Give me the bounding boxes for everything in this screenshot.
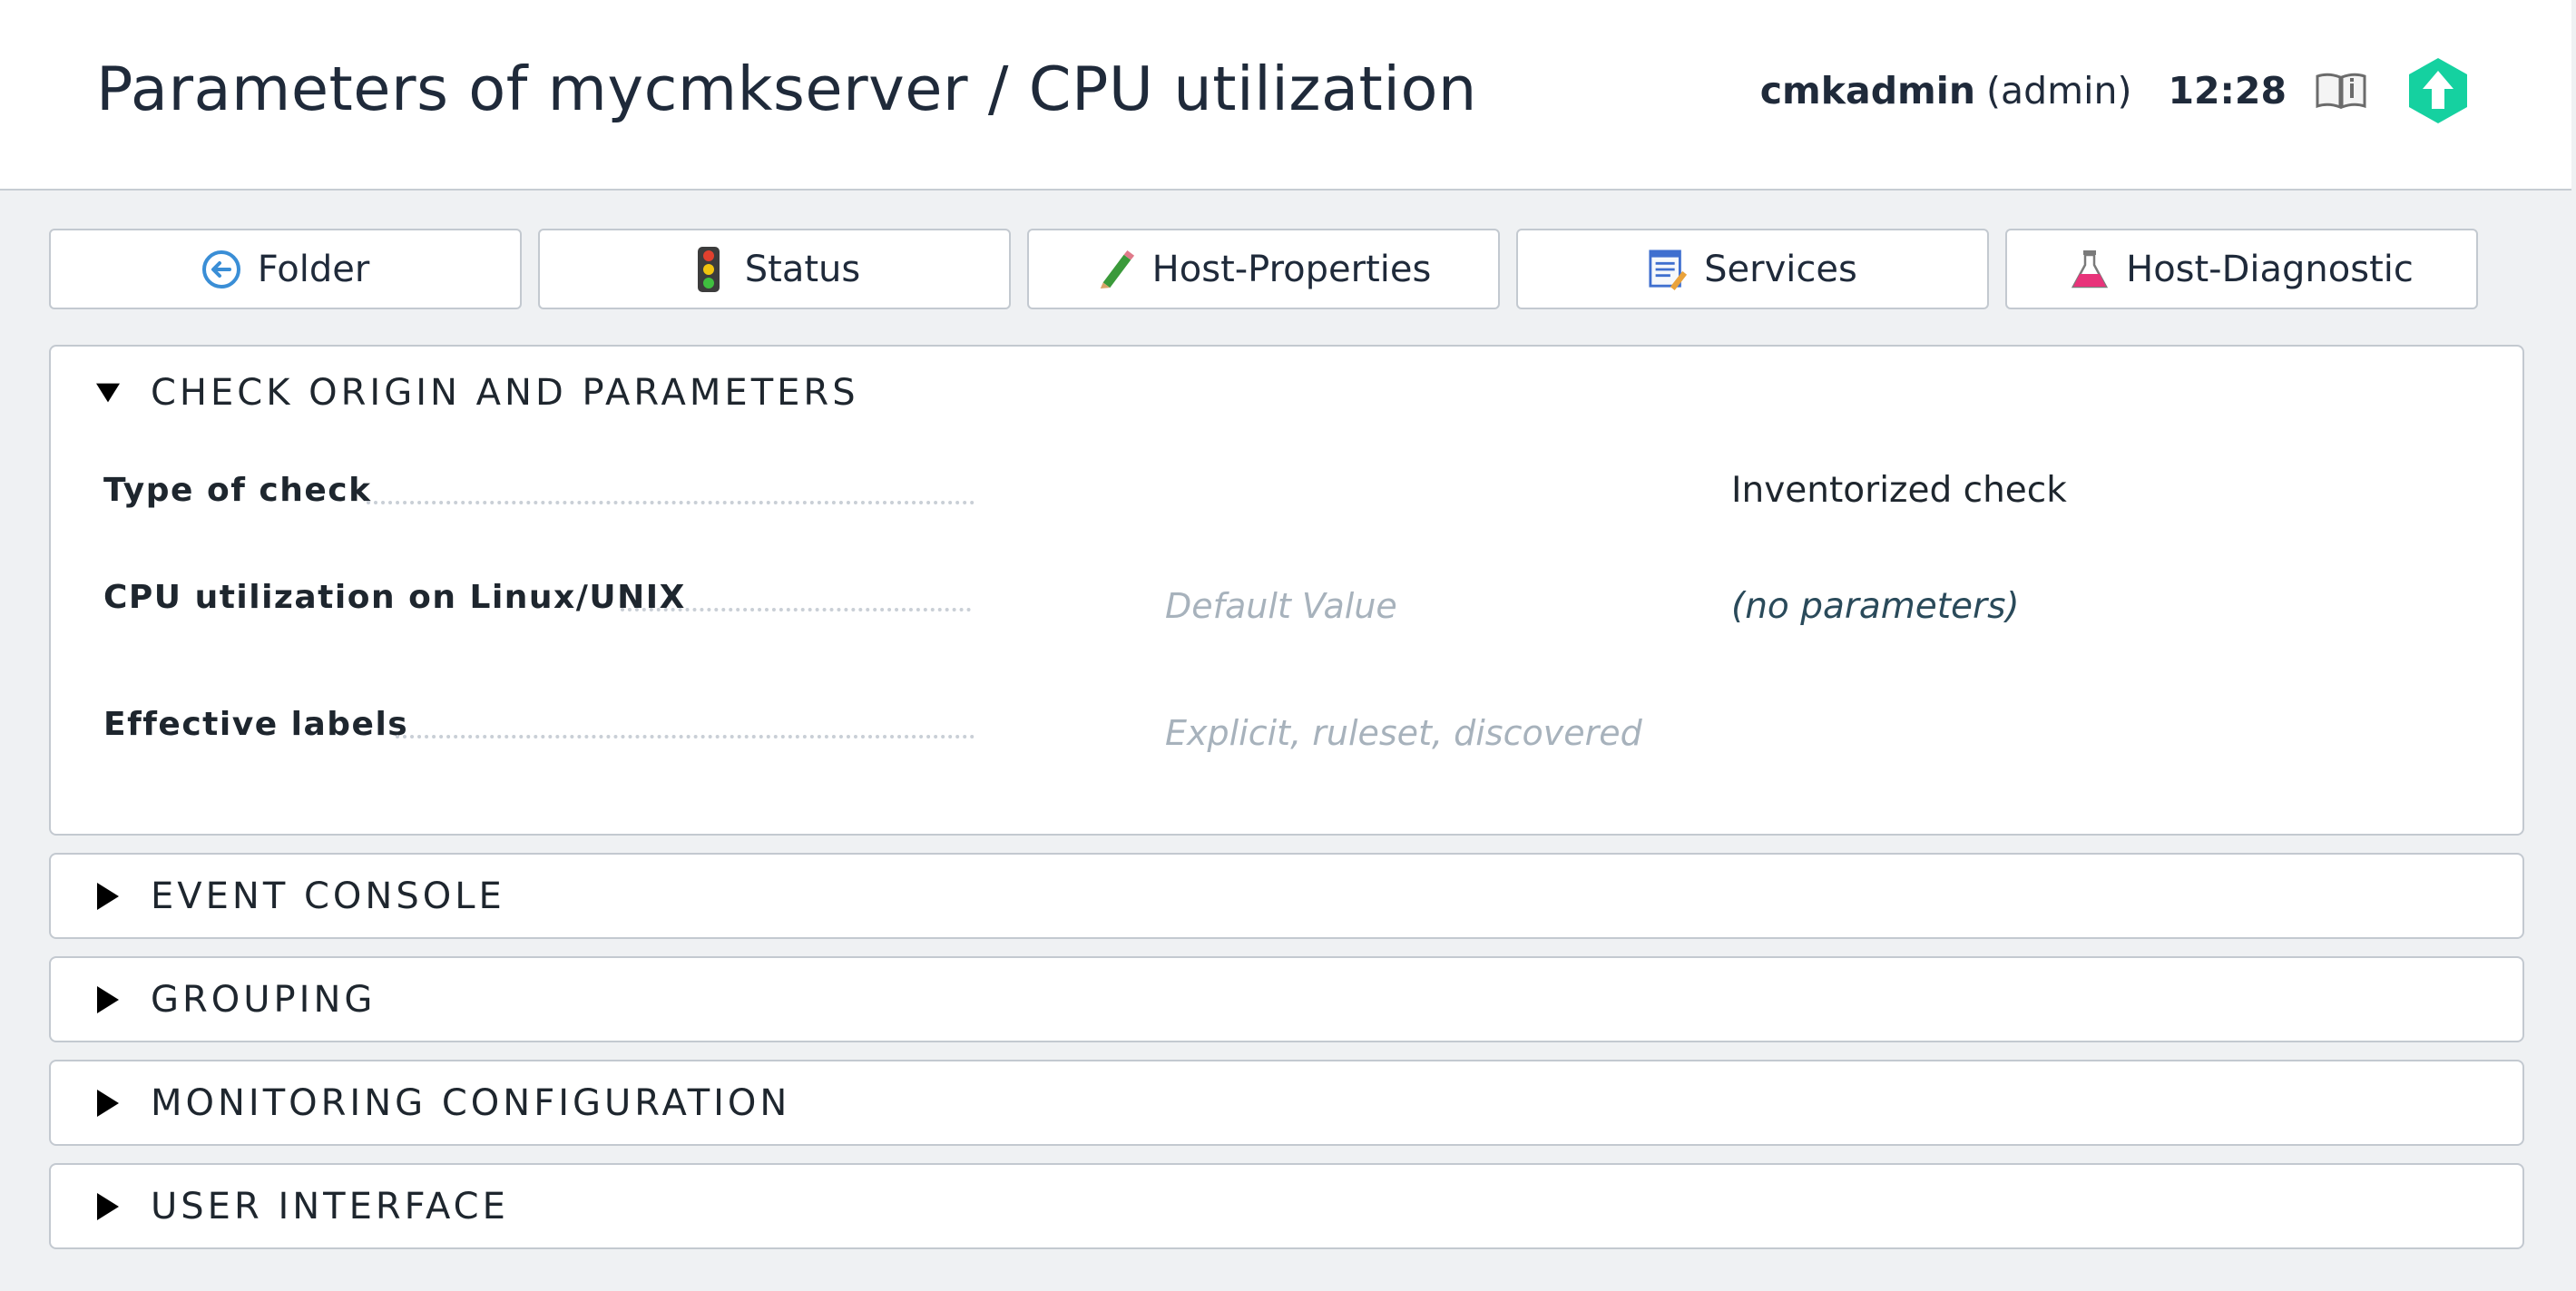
back-arrow-icon xyxy=(201,247,241,292)
event-console-section-header[interactable]: EVENT CONSOLE xyxy=(51,855,2522,938)
host-properties-button-label: Host-Properties xyxy=(1151,248,1432,290)
status-button[interactable]: Status xyxy=(538,229,1011,309)
expand-triangle-icon xyxy=(96,1193,120,1220)
user-area: cmkadmin (admin) 12:28 xyxy=(1760,53,2470,129)
row-value: Inventorized check xyxy=(1731,470,2067,511)
section-title: MONITORING CONFIGURATION xyxy=(151,1082,791,1124)
user-interface-section-header[interactable]: USER INTERFACE xyxy=(51,1165,2522,1248)
row-value: (no parameters) xyxy=(1731,586,2020,627)
expand-triangle-icon xyxy=(96,1090,120,1117)
services-button[interactable]: Services xyxy=(1516,229,1989,309)
check-origin-section: CHECK ORIGIN AND PARAMETERS Type of chec… xyxy=(49,345,2524,836)
services-button-label: Services xyxy=(1704,248,1857,290)
type-of-check-row: Type of check Inventorized check xyxy=(51,465,2522,519)
section-title: EVENT CONSOLE xyxy=(151,875,505,917)
row-label: CPU utilization on Linux/UNIX xyxy=(103,579,686,616)
user-role: (admin) xyxy=(1986,69,2132,112)
expand-triangle-icon xyxy=(96,883,120,910)
book-icon[interactable] xyxy=(2314,71,2368,111)
grouping-section-header[interactable]: GROUPING xyxy=(51,958,2522,1042)
effective-labels-row: Effective labels Explicit, ruleset, disc… xyxy=(51,700,2522,755)
host-properties-button[interactable]: Host-Properties xyxy=(1027,229,1500,309)
monitoring-configuration-section[interactable]: MONITORING CONFIGURATION xyxy=(49,1060,2524,1146)
host-diagnostic-button-label: Host-Diagnostic xyxy=(2126,248,2414,290)
grouping-section[interactable]: GROUPING xyxy=(49,956,2524,1042)
pencil-icon xyxy=(1096,247,1136,292)
row-default-value: Explicit, ruleset, discovered xyxy=(1165,713,1642,753)
page-menu: Folder Status Host-Properties Services H… xyxy=(49,229,2478,309)
services-list-icon xyxy=(1648,247,1688,292)
collapse-triangle-icon xyxy=(96,380,120,406)
event-console-section[interactable]: EVENT CONSOLE xyxy=(49,853,2524,939)
section-title: USER INTERFACE xyxy=(151,1186,509,1227)
dotted-leader xyxy=(367,501,975,504)
check-origin-section-header[interactable]: CHECK ORIGIN AND PARAMETERS xyxy=(51,347,2522,439)
host-diagnostic-button[interactable]: Host-Diagnostic xyxy=(2005,229,2478,309)
dotted-leader xyxy=(621,608,971,611)
row-default-value: Default Value xyxy=(1165,586,1397,626)
folder-button-label: Folder xyxy=(257,248,370,290)
section-title: CHECK ORIGIN AND PARAMETERS xyxy=(151,372,859,414)
flask-icon xyxy=(2070,247,2110,292)
top-bar: Parameters of mycmkserver / CPU utilizat… xyxy=(0,0,2571,191)
username[interactable]: cmkadmin xyxy=(1760,69,1975,112)
row-label: Effective labels xyxy=(103,706,409,743)
monitoring-configuration-section-header[interactable]: MONITORING CONFIGURATION xyxy=(51,1061,2522,1145)
traffic-light-icon xyxy=(689,246,729,292)
folder-button[interactable]: Folder xyxy=(49,229,522,309)
dotted-leader xyxy=(396,735,975,738)
page-title: Parameters of mycmkserver / CPU utilizat… xyxy=(96,54,1477,124)
checkmk-logo-icon[interactable] xyxy=(2406,56,2470,125)
expand-triangle-icon xyxy=(96,986,120,1013)
status-button-label: Status xyxy=(744,248,861,290)
section-title: GROUPING xyxy=(151,979,377,1021)
row-label: Type of check xyxy=(103,472,372,509)
user-interface-section[interactable]: USER INTERFACE xyxy=(49,1163,2524,1249)
clock: 12:28 xyxy=(2168,69,2287,112)
cpu-utilization-row: CPU utilization on Linux/UNIX Default Va… xyxy=(51,573,2522,628)
